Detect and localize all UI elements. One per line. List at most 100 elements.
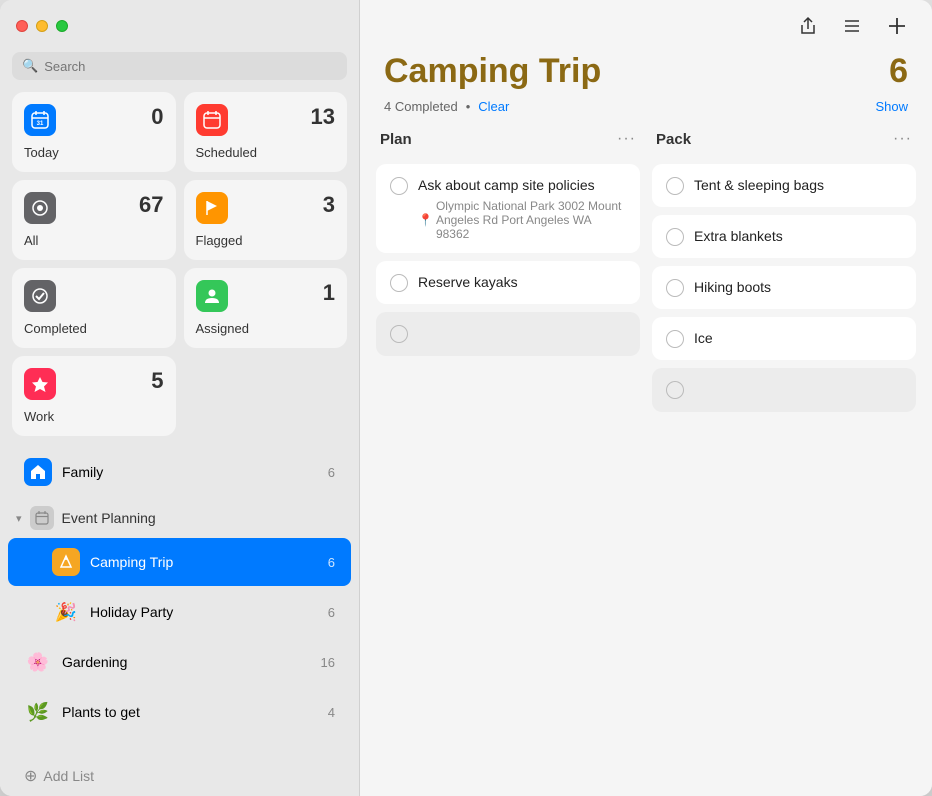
task-empty-plan[interactable] [376,312,640,356]
work-count: 5 [151,368,163,394]
task-checkbox-empty-pack[interactable] [666,381,684,399]
assigned-count: 1 [323,280,335,306]
task-text-1: Ask about camp site policies [418,176,595,194]
plan-column-header: Plan ··· [376,130,640,156]
family-name: Family [62,464,318,480]
completed-icon [24,280,56,312]
today-icon: 31 [24,104,56,136]
today-count: 0 [151,104,163,130]
today-label: Today [24,145,164,160]
camping-trip-count: 6 [328,555,335,570]
camping-trip-name: Camping Trip [90,554,318,570]
minimize-button[interactable] [36,20,48,32]
plan-column-title: Plan [380,131,412,148]
titlebar [0,0,359,52]
plan-column: Plan ··· Ask about camp site policies 📍 … [376,130,640,780]
task-checkbox-2[interactable] [390,274,408,292]
smart-list-today[interactable]: 0 31 Today [12,92,176,172]
list-item-holiday-party[interactable]: 🎉 Holiday Party 6 [8,588,351,636]
add-list-label: Add List [43,768,94,784]
event-planning-name: Event Planning [62,510,156,526]
search-input[interactable] [44,59,337,74]
list-item-gardening[interactable]: 🌸 Gardening 16 [8,638,351,686]
dot-separator: • [466,99,471,114]
lines-button[interactable] [838,12,866,40]
show-link[interactable]: Show [875,99,908,114]
list-count-large: 6 [889,52,908,91]
task-checkbox-pack4[interactable] [666,330,684,348]
gardening-icon: 🌸 [24,648,52,676]
plan-more-button[interactable]: ··· [617,130,636,148]
task-text-2: Reserve kayaks [418,273,518,291]
task-checkbox-pack1[interactable] [666,177,684,195]
task-text-pack2: Extra blankets [694,227,783,245]
close-button[interactable] [16,20,28,32]
task-checkbox-1[interactable] [390,177,408,195]
flagged-label: Flagged [196,233,336,248]
smart-list-flagged[interactable]: 3 Flagged [184,180,348,260]
task-checkbox-pack3[interactable] [666,279,684,297]
add-list-button[interactable]: ⊕ Add List [8,756,351,796]
assigned-icon [196,280,228,312]
smart-lists-grid: 0 31 Today 1 3 [0,92,359,448]
list-title-area: Camping Trip 6 [360,52,932,99]
completed-bar: 4 Completed • Clear Show [360,99,932,130]
add-list-icon: ⊕ [24,766,37,786]
task-tent-sleeping-bags[interactable]: Tent & sleeping bags [652,164,916,207]
smart-list-completed[interactable]: Completed [12,268,176,348]
main-toolbar [360,0,932,52]
app-window: 🔍 0 31 Today [0,0,932,796]
task-checkbox-empty-plan[interactable] [390,325,408,343]
family-count: 6 [328,465,335,480]
task-text-pack3: Hiking boots [694,278,771,296]
group-event-planning[interactable]: ▾ Event Planning [0,498,359,538]
pack-column-title: Pack [656,131,691,148]
task-checkbox-pack2[interactable] [666,228,684,246]
smart-list-scheduled[interactable]: 13 Scheduled [184,92,348,172]
camping-trip-icon [52,548,80,576]
task-ask-policies[interactable]: Ask about camp site policies 📍 Olympic N… [376,164,640,253]
svg-text:31: 31 [37,121,44,127]
lists-section: Family 6 ▾ Event Planning [0,448,359,756]
task-empty-pack[interactable] [652,368,916,412]
holiday-party-icon: 🎉 [52,598,80,626]
task-hiking-boots[interactable]: Hiking boots [652,266,916,309]
gardening-name: Gardening [62,654,311,670]
event-planning-icon [30,506,54,530]
chevron-down-icon: ▾ [16,512,22,525]
smart-list-work[interactable]: 5 Work [12,356,176,436]
pack-more-button[interactable]: ··· [893,130,912,148]
work-icon [24,368,56,400]
pack-column-header: Pack ··· [652,130,916,156]
all-label: All [24,233,164,248]
task-reserve-kayaks[interactable]: Reserve kayaks [376,261,640,304]
assigned-label: Assigned [196,321,336,336]
plants-count: 4 [328,705,335,720]
share-button[interactable] [794,12,822,40]
sidebar: 🔍 0 31 Today [0,0,360,796]
list-item-camping-trip[interactable]: Camping Trip 6 [8,538,351,586]
holiday-party-name: Holiday Party [90,604,318,620]
family-icon [24,458,52,486]
flagged-count: 3 [323,192,335,218]
list-item-family[interactable]: Family 6 [8,448,351,496]
add-button[interactable] [882,11,912,41]
task-extra-blankets[interactable]: Extra blankets [652,215,916,258]
list-item-plants-to-get[interactable]: 🌿 Plants to get 4 [8,688,351,736]
search-bar[interactable]: 🔍 [12,52,347,80]
scheduled-label: Scheduled [196,145,336,160]
scheduled-icon [196,104,228,136]
work-label: Work [24,409,164,424]
maximize-button[interactable] [56,20,68,32]
completed-text: 4 Completed [384,99,458,114]
task-ice[interactable]: Ice [652,317,916,360]
smart-list-all[interactable]: 67 All [12,180,176,260]
all-count: 67 [139,192,163,218]
completed-label: Completed [24,321,164,336]
plants-icon: 🌿 [24,698,52,726]
clear-link[interactable]: Clear [478,99,509,114]
smart-list-assigned[interactable]: 1 Assigned [184,268,348,348]
main-content: Camping Trip 6 4 Completed • Clear Show … [360,0,932,796]
pack-column: Pack ··· Tent & sleeping bags Extra blan… [652,130,916,780]
location-icon: 📍 [418,213,433,227]
